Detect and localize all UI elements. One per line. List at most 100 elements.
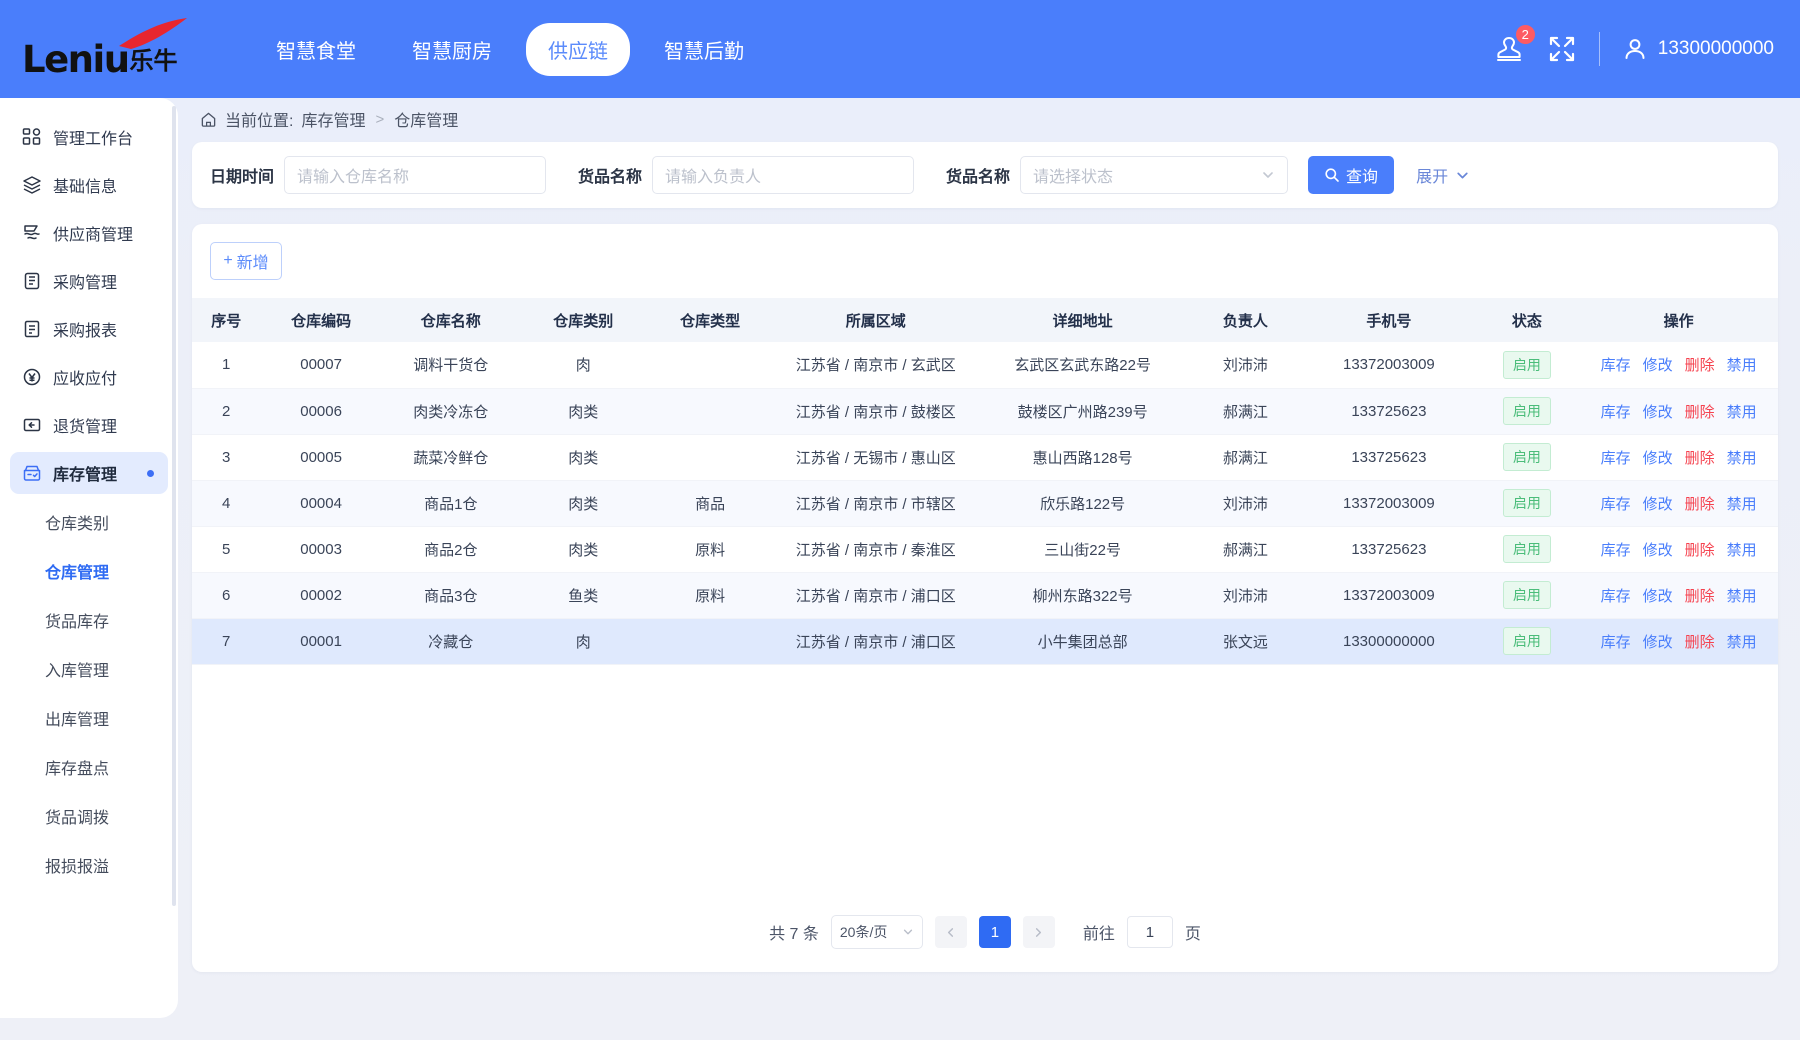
table-row[interactable]: 7 00001 冷藏仓肉 江苏省 / 南京市 / 浦口区 小牛集团总部 张文远 133000…: [192, 618, 1778, 665]
search-input-owner[interactable]: 请输入负责人: [652, 156, 915, 194]
cell-address: 三山街22号: [977, 526, 1188, 573]
th-owner: 负责人: [1187, 298, 1304, 342]
sidebar-subitem-loss-overflow[interactable]: 报损报溢: [0, 843, 178, 892]
cell-category: 肉类: [519, 434, 647, 481]
cell-region: 江苏省 / 南京市 / 浦口区: [773, 618, 978, 665]
status-badge: 启用: [1502, 397, 1551, 425]
op-stock-link[interactable]: 库存: [1601, 631, 1631, 652]
sidebar-subitem-goods-stock[interactable]: 货品库存: [0, 598, 178, 647]
cell-owner: 刘沛沛: [1187, 572, 1304, 619]
inventory-icon: [22, 463, 42, 483]
op-disable-link[interactable]: 禁用: [1727, 401, 1757, 422]
jump-label: 前往: [1082, 926, 1115, 943]
cell-name: 商品1仓: [381, 480, 520, 527]
jump-page-input[interactable]: 1: [1126, 916, 1173, 948]
cell-index: 6: [192, 572, 261, 619]
sidebar-subitem-warehouse-category[interactable]: 仓库类别: [0, 500, 178, 549]
status-badge: 启用: [1502, 489, 1551, 517]
op-edit-link[interactable]: 修改: [1643, 354, 1673, 375]
chevron-down-icon: [1457, 172, 1468, 178]
op-disable-link[interactable]: 禁用: [1727, 539, 1757, 560]
op-stock-link[interactable]: 库存: [1601, 585, 1631, 606]
op-delete-link[interactable]: 删除: [1685, 493, 1715, 514]
sidebar-subitem-transfer[interactable]: 货品调拨: [0, 794, 178, 843]
search-select-status[interactable]: 请选择状态: [1020, 156, 1289, 194]
cell-name: 肉类冷冻仓: [381, 388, 520, 435]
op-delete-link[interactable]: 删除: [1685, 447, 1715, 468]
op-disable-link[interactable]: 禁用: [1727, 447, 1757, 468]
cell-address: 鼓楼区广州路239号: [977, 388, 1188, 435]
op-disable-link[interactable]: 禁用: [1727, 585, 1757, 606]
sidebar-subitem-stocktake[interactable]: 库存盘点: [0, 745, 178, 794]
op-disable-link[interactable]: 禁用: [1727, 354, 1757, 375]
page-size-select[interactable]: 20条/页: [830, 915, 923, 949]
breadcrumb-item-1[interactable]: 仓库管理: [394, 107, 458, 131]
op-edit-link[interactable]: 修改: [1643, 631, 1673, 652]
table-row[interactable]: 2 00006 肉类冷冻仓 肉类 江苏省 / 南京市 / 鼓楼区 鼓楼区广州路239号 郝满…: [192, 388, 1778, 435]
sidebar-subitem-warehouse-management[interactable]: 仓库管理: [0, 549, 178, 598]
cell-code: 00001: [260, 618, 382, 665]
op-edit-link[interactable]: 修改: [1643, 401, 1673, 422]
cell-phone: 133725623: [1303, 434, 1475, 481]
prev-page-button[interactable]: [934, 916, 967, 948]
nav-item-0[interactable]: 智慧食堂: [254, 23, 378, 76]
op-edit-link[interactable]: 修改: [1643, 539, 1673, 560]
add-button[interactable]: + 新增: [210, 242, 282, 280]
cell-category: 肉: [519, 618, 647, 665]
op-stock-link[interactable]: 库存: [1601, 539, 1631, 560]
op-delete-link[interactable]: 删除: [1685, 631, 1715, 652]
cell-operations: 库存 修改 删除 禁用: [1579, 572, 1778, 619]
op-disable-link[interactable]: 禁用: [1727, 631, 1757, 652]
search-input-warehouse-name[interactable]: 请输入仓库名称: [284, 156, 547, 194]
expand-toggle[interactable]: 展开: [1416, 163, 1470, 187]
op-stock-link[interactable]: 库存: [1601, 493, 1631, 514]
sidebar-item-dashboard[interactable]: 管理工作台: [10, 116, 168, 158]
sidebar-item-purchase-report[interactable]: 采购报表: [10, 308, 168, 350]
status-badge: 启用: [1502, 627, 1551, 655]
cell-region: 江苏省 / 南京市 / 鼓楼区: [773, 388, 978, 435]
op-delete-link[interactable]: 删除: [1685, 539, 1715, 560]
op-edit-link[interactable]: 修改: [1643, 585, 1673, 606]
nav-item-2[interactable]: 供应链: [526, 22, 630, 76]
breadcrumb-item-0[interactable]: 库存管理: [301, 107, 365, 131]
fullscreen-button[interactable]: [1547, 34, 1577, 64]
notifications-button[interactable]: 2: [1493, 24, 1536, 65]
next-page-button[interactable]: [1022, 916, 1055, 948]
op-stock-link[interactable]: 库存: [1601, 354, 1631, 375]
chevron-down-icon: [1263, 172, 1273, 178]
op-delete-link[interactable]: 删除: [1685, 585, 1715, 606]
op-edit-link[interactable]: 修改: [1643, 447, 1673, 468]
op-edit-link[interactable]: 修改: [1643, 493, 1673, 514]
user-menu[interactable]: 13300000000: [1622, 36, 1774, 62]
query-button[interactable]: 查询: [1308, 156, 1395, 194]
sidebar-scrollbar[interactable]: [172, 106, 176, 906]
sidebar-subitem-outbound[interactable]: 出库管理: [0, 696, 178, 745]
table-row[interactable]: 4 00004 商品1仓 肉类 商品 江苏省 / 南京市 / 市辖区 欣乐路122号 刘沛沛 1…: [192, 480, 1778, 527]
supplier-icon: [22, 223, 42, 243]
sidebar-item-purchase[interactable]: 采购管理: [10, 260, 168, 302]
table-row[interactable]: 3 00005 蔬菜冷鲜仓 肉类 江苏省 / 无锡市 / 惠山区 惠山西路128号 郝满江 1…: [192, 434, 1778, 481]
nav-item-3[interactable]: 智慧后勤: [642, 23, 766, 76]
header-actions: 2 13300000000: [1493, 24, 1774, 66]
sidebar-item-receivable-payable[interactable]: 应收应付: [10, 356, 168, 398]
page-number-1[interactable]: 1: [978, 916, 1011, 948]
op-stock-link[interactable]: 库存: [1601, 447, 1631, 468]
op-delete-link[interactable]: 删除: [1685, 354, 1715, 375]
table-row[interactable]: 1 00007 调料干货仓肉 江苏省 / 南京市 / 玄武区 玄武区玄武东路22号 刘沛沛…: [192, 342, 1778, 389]
nav-item-1[interactable]: 智慧厨房: [390, 23, 514, 76]
sidebar-item-inventory[interactable]: 库存管理: [10, 452, 168, 494]
top-header: Leniu 乐牛 智慧食堂 智慧厨房 供应链 智慧后勤 2 1330000000…: [0, 0, 1800, 98]
brand-logo[interactable]: Leniu 乐牛: [22, 18, 222, 78]
op-delete-link[interactable]: 删除: [1685, 401, 1715, 422]
sidebar-subitem-inbound[interactable]: 入库管理: [0, 647, 178, 696]
sidebar-item-return[interactable]: 退货管理: [10, 404, 168, 446]
cell-owner: 刘沛沛: [1187, 480, 1304, 527]
chevron-right-icon: [1036, 927, 1042, 937]
op-stock-link[interactable]: 库存: [1601, 401, 1631, 422]
sidebar-item-supplier[interactable]: 供应商管理: [10, 212, 168, 254]
table-row[interactable]: 5 00003 商品2仓 肉类 原料 江苏省 / 南京市 / 秦淮区 三山街22号 郝满江 13…: [192, 526, 1778, 573]
op-disable-link[interactable]: 禁用: [1727, 493, 1757, 514]
cell-owner: 郝满江: [1187, 526, 1304, 573]
sidebar-item-basic-info[interactable]: 基础信息: [10, 164, 168, 206]
table-row[interactable]: 6 00002 商品3仓 鱼类 原料 江苏省 / 南京市 / 浦口区 柳州东路322号 刘沛沛…: [192, 572, 1778, 619]
